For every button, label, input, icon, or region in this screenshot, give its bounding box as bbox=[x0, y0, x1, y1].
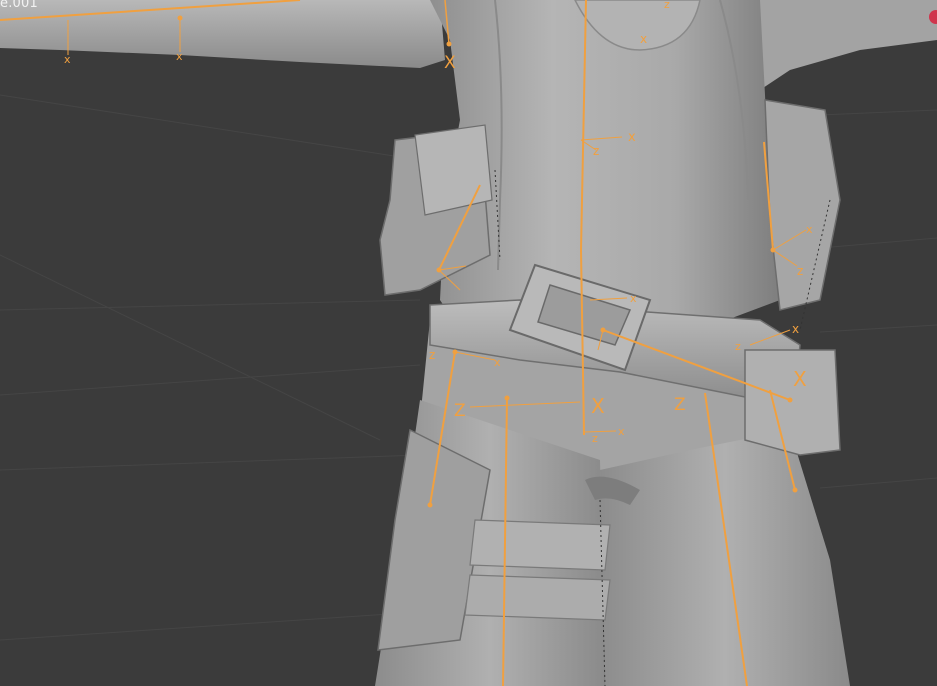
axis-label-z-large-1: Z bbox=[454, 401, 466, 421]
axis-label-x-small-7: x bbox=[792, 322, 799, 336]
axis-label-z-large-2: Z bbox=[674, 395, 686, 415]
axis-label-z-small-3: z bbox=[592, 432, 598, 445]
axis-label-z-small-6: z bbox=[664, 0, 670, 11]
axis-label-x-small-9: x bbox=[494, 356, 501, 369]
axis-label-x-small-3: x bbox=[628, 130, 636, 145]
axis-label-x-large-1: X bbox=[444, 53, 456, 73]
axis-label-z-small-4: z bbox=[429, 348, 435, 362]
axis-label-z-small-5: z bbox=[735, 340, 741, 353]
axis-label-x-small-1: x bbox=[64, 53, 71, 66]
right-arm-mesh[interactable] bbox=[740, 0, 937, 90]
axis-label-x-small-2: x bbox=[176, 50, 183, 63]
axis-label-x-large-3: X bbox=[793, 367, 807, 391]
hip-holster[interactable] bbox=[744, 349, 841, 456]
axis-label-x-small-4: x bbox=[640, 32, 647, 46]
right-leg-mesh[interactable] bbox=[600, 430, 850, 686]
character-mesh[interactable] bbox=[0, 0, 937, 686]
axis-label-x-large-2: X bbox=[591, 394, 605, 418]
chest-pouch-flap bbox=[414, 124, 493, 216]
thigh-strap bbox=[469, 519, 611, 571]
navigation-gizmo-x-axis[interactable] bbox=[929, 10, 937, 24]
active-object-name: e.001 bbox=[0, 0, 38, 11]
axis-label-z-small-2: z bbox=[797, 264, 803, 278]
axis-label-x-small-8: x bbox=[806, 223, 813, 236]
3d-viewport[interactable]: X X X Z Z x x x x x x x x x z z z z z z … bbox=[0, 0, 937, 686]
thigh-strap-2 bbox=[464, 574, 611, 621]
axis-label-z-small-1: z bbox=[593, 144, 599, 158]
axis-label-x-small-5: x bbox=[630, 292, 637, 305]
axis-label-x-small-6: x bbox=[618, 425, 625, 438]
viewport-scene[interactable]: X X X Z Z x x x x x x x x x z z z z z z bbox=[0, 0, 937, 686]
